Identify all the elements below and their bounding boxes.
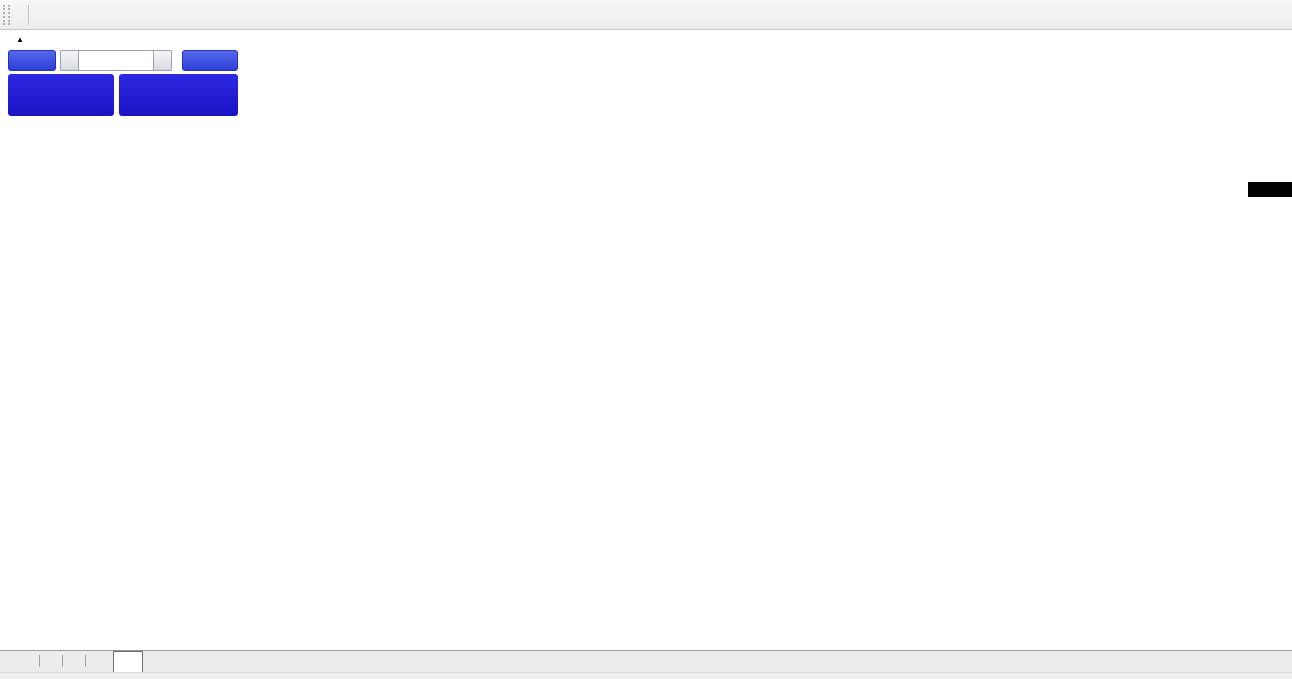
volume-input[interactable] — [79, 50, 153, 71]
status-bar — [0, 672, 1292, 679]
tab-eurusd-h1[interactable] — [18, 651, 38, 672]
chart-tab-bar: | | | — [0, 650, 1292, 672]
tab-usdchf-daily[interactable] — [41, 651, 61, 672]
price-chart[interactable] — [0, 30, 1292, 650]
buy-button[interactable] — [182, 50, 238, 71]
toolbar-divider — [28, 5, 29, 25]
timeframe-toolbar — [0, 0, 1292, 30]
one-click-trading-widget — [8, 50, 238, 116]
chart-title: ▲ — [16, 34, 49, 45]
volume-increase-button[interactable] — [153, 50, 172, 71]
tab-audusd-h4[interactable] — [87, 651, 107, 672]
tab-usdcad-h4[interactable] — [64, 651, 84, 672]
current-price-box — [1248, 182, 1292, 197]
ask-price-panel[interactable] — [119, 74, 238, 116]
volume-decrease-button[interactable] — [60, 50, 79, 71]
sell-button[interactable] — [8, 50, 56, 71]
collapse-triangle-icon[interactable]: ▲ — [16, 34, 24, 45]
tab-usdcnh-h4-active[interactable] — [113, 651, 143, 672]
trading-terminal: ▲ — [0, 0, 1292, 679]
bid-price-panel[interactable] — [8, 74, 114, 116]
toolbar-grip-icon[interactable] — [3, 5, 10, 25]
